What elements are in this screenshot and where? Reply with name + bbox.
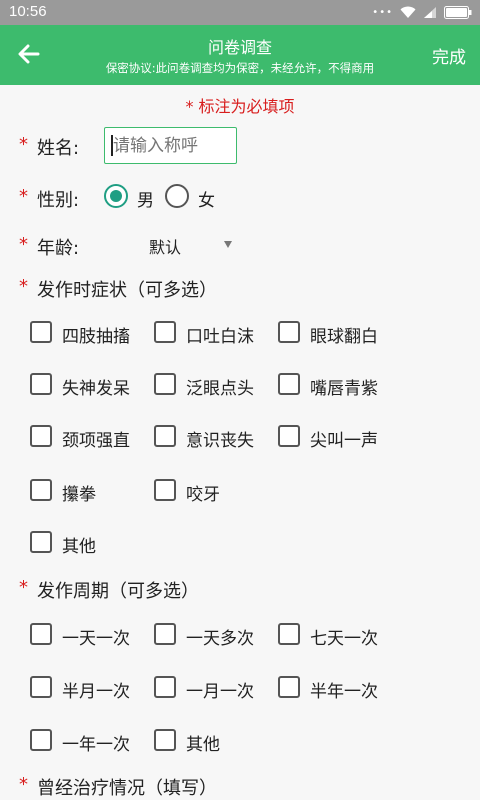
name-input[interactable] — [104, 127, 237, 164]
symptom-checkbox-4[interactable] — [30, 373, 52, 395]
period-label-item[interactable]: 一月一次 — [186, 677, 254, 702]
gender-female-label[interactable]: 女 — [198, 186, 215, 211]
privacy-notice: 保密协议:此问卷调查均为保密，未经允许，不得商用 — [105, 61, 375, 75]
wifi-icon — [400, 6, 416, 18]
required-mark: * — [19, 234, 28, 255]
period-checkbox-2[interactable] — [154, 623, 176, 645]
name-label: 姓名: — [37, 138, 80, 159]
symptom-label[interactable]: 眼球翻白 — [310, 322, 378, 347]
required-mark: * — [19, 134, 28, 155]
symptom-checkbox-7[interactable] — [30, 425, 52, 447]
period-label-item[interactable]: 七天一次 — [310, 624, 378, 649]
period-checkbox-8[interactable] — [154, 729, 176, 751]
gender-label: 性别: — [37, 190, 80, 211]
symptom-label[interactable]: 攥拳 — [62, 480, 96, 505]
symptom-checkbox-6[interactable] — [278, 373, 300, 395]
dropdown-arrow-icon — [224, 241, 232, 248]
symptom-label[interactable]: 四肢抽搐 — [62, 322, 130, 347]
gender-male-radio[interactable] — [104, 184, 128, 208]
required-mark: * — [19, 774, 28, 795]
symptom-checkbox-5[interactable] — [154, 373, 176, 395]
battery-icon — [444, 6, 472, 19]
signal-icon — [424, 7, 436, 18]
symptom-label[interactable]: 嘴唇青紫 — [310, 374, 378, 399]
period-checkbox-1[interactable] — [30, 623, 52, 645]
notification-dots-icon: ••• — [372, 7, 393, 18]
symptom-label[interactable]: 泛眼点头 — [186, 374, 254, 399]
symptom-label[interactable]: 口吐白沫 — [186, 322, 254, 347]
status-icons: ••• — [372, 5, 472, 20]
period-label-item[interactable]: 半月一次 — [62, 677, 130, 702]
period-label-item[interactable]: 一年一次 — [62, 730, 130, 755]
period-checkbox-5[interactable] — [154, 676, 176, 698]
required-mark: * — [19, 577, 28, 598]
done-button[interactable]: 完成 — [432, 43, 466, 68]
age-label: 年龄: — [37, 238, 80, 259]
symptom-checkbox-10[interactable] — [30, 479, 52, 501]
symptom-label[interactable]: 意识丧失 — [186, 426, 254, 451]
period-label: 发作周期（可多选） — [37, 581, 199, 602]
symptoms-label: 发作时症状（可多选） — [37, 280, 217, 301]
symptom-label[interactable]: 其他 — [62, 532, 96, 557]
symptom-label[interactable]: 尖叫一声 — [310, 426, 378, 451]
symptom-label[interactable]: 失神发呆 — [62, 374, 130, 399]
symptom-label[interactable]: 咬牙 — [186, 480, 220, 505]
symptom-checkbox-12[interactable] — [30, 531, 52, 553]
period-checkbox-3[interactable] — [278, 623, 300, 645]
period-label-item[interactable]: 一天多次 — [186, 624, 254, 649]
period-checkbox-4[interactable] — [30, 676, 52, 698]
symptom-checkbox-2[interactable] — [154, 321, 176, 343]
period-label-item[interactable]: 其他 — [186, 730, 220, 755]
text-caret — [111, 135, 113, 156]
required-mark: * — [19, 186, 28, 207]
treatment-label: 曾经治疗情况（填写） — [37, 778, 217, 799]
symptom-label[interactable]: 颈项强直 — [62, 426, 130, 451]
status-bar: 10:56 ••• — [0, 0, 480, 25]
symptom-checkbox-1[interactable] — [30, 321, 52, 343]
period-label-item[interactable]: 一天一次 — [62, 624, 130, 649]
gender-male-label[interactable]: 男 — [137, 186, 154, 211]
period-checkbox-7[interactable] — [30, 729, 52, 751]
status-time: 10:56 — [9, 3, 47, 20]
period-checkbox-6[interactable] — [278, 676, 300, 698]
age-select-value: 默认 — [149, 238, 182, 257]
symptom-checkbox-9[interactable] — [278, 425, 300, 447]
symptom-checkbox-8[interactable] — [154, 425, 176, 447]
age-select[interactable]: 默认 — [104, 228, 238, 262]
gender-female-radio[interactable] — [165, 184, 189, 208]
page-title: 问卷调查 — [207, 40, 272, 57]
title-bar: 问卷调查 保密协议:此问卷调查均为保密，未经允许，不得商用 完成 — [0, 25, 480, 85]
required-mark: * — [19, 276, 28, 297]
symptom-checkbox-11[interactable] — [154, 479, 176, 501]
required-note: * 标注为必填项 — [185, 97, 295, 116]
symptom-checkbox-3[interactable] — [278, 321, 300, 343]
period-label-item[interactable]: 半年一次 — [310, 677, 378, 702]
